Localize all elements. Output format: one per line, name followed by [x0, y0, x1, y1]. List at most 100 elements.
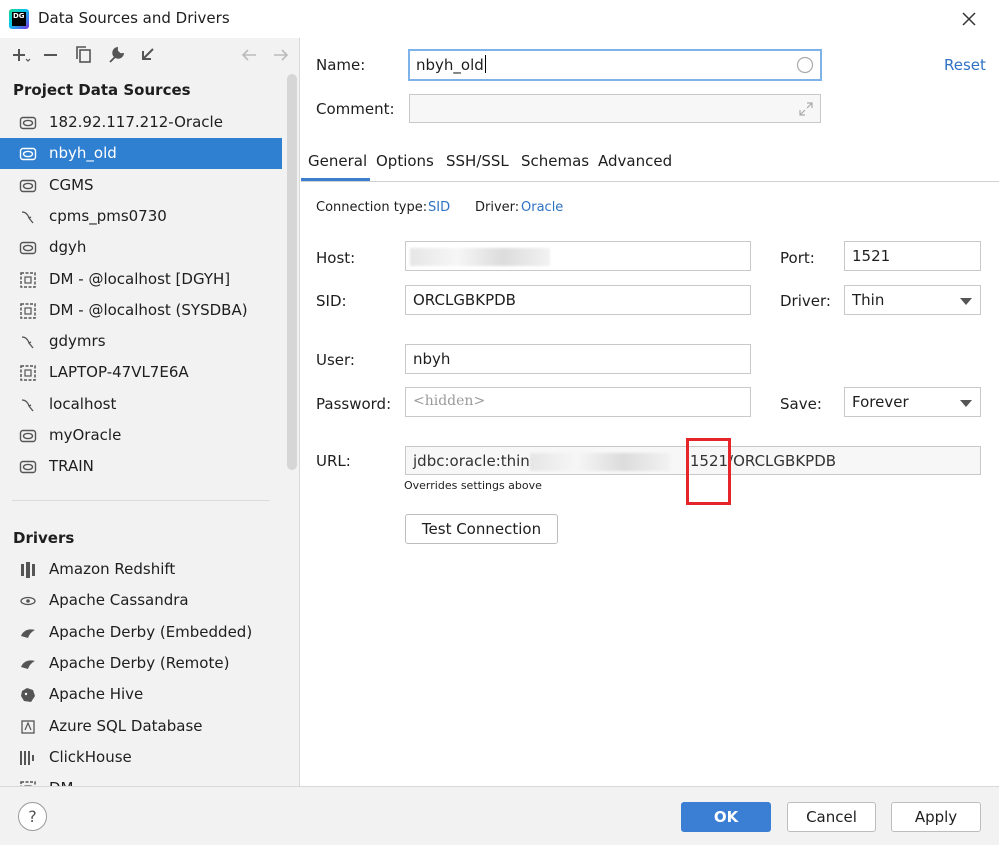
wrench-icon[interactable]: [105, 44, 127, 66]
url-label: URL:: [316, 452, 351, 470]
tab-advanced[interactable]: Advanced: [598, 152, 672, 170]
derby-icon: [19, 624, 37, 642]
project-data-sources-header: Project Data Sources: [13, 81, 191, 99]
chevron-down-icon: [960, 298, 972, 305]
test-connection-button[interactable]: Test Connection: [405, 514, 558, 544]
host-input[interactable]: [405, 241, 751, 271]
driver-label: Apache Cassandra: [49, 591, 189, 610]
tab-bar: General Options SSH/SSL Schemas Advanced: [301, 144, 999, 182]
data-source-label: LAPTOP-47VL7E6A: [49, 363, 189, 382]
password-input[interactable]: <hidden>: [405, 387, 751, 417]
driver-item[interactable]: Amazon Redshift: [0, 554, 282, 585]
left-toolbar: [0, 38, 299, 72]
title-bar: DG Data Sources and Drivers: [0, 0, 999, 38]
driver-item[interactable]: Apache Derby (Remote): [0, 648, 282, 679]
tab-ssh-ssl[interactable]: SSH/SSL: [446, 152, 509, 170]
tab-general[interactable]: General: [308, 152, 367, 170]
scrollbar[interactable]: [287, 74, 297, 470]
url-note: Overrides settings above: [404, 479, 542, 492]
data-source-item[interactable]: DM - @localhost (SYSDBA): [0, 295, 282, 326]
driver-label: ClickHouse: [49, 747, 132, 766]
data-source-item[interactable]: gdymrs: [0, 326, 282, 357]
help-button[interactable]: ?: [18, 802, 47, 831]
oracle-icon: [19, 145, 37, 163]
driver-label: Azure SQL Database: [49, 716, 203, 735]
data-source-item[interactable]: 182.92.117.212-Oracle: [0, 107, 282, 138]
port-label: Port:: [780, 249, 815, 267]
driver-label: Amazon Redshift: [49, 560, 176, 578]
data-source-item[interactable]: cpms_pms0730: [0, 201, 282, 232]
driver-item[interactable]: Apache Hive: [0, 679, 282, 710]
drivers-header: Drivers: [13, 529, 75, 547]
data-source-item[interactable]: LAPTOP-47VL7E6A: [0, 357, 282, 388]
add-icon[interactable]: [9, 44, 31, 66]
data-source-label: DM - @localhost [DGYH]: [49, 269, 231, 288]
data-source-label: CGMS: [49, 175, 94, 194]
data-source-item[interactable]: myOracle: [0, 420, 282, 451]
import-icon[interactable]: [137, 44, 159, 66]
data-source-item[interactable]: dgyh: [0, 232, 282, 263]
data-source-item[interactable]: localhost: [0, 389, 282, 420]
name-label: Name:: [316, 56, 366, 74]
name-value: nbyh_old: [416, 56, 484, 74]
driver-item[interactable]: Apache Cassandra: [0, 585, 282, 616]
connection-type-label: Connection type:: [316, 200, 428, 215]
expand-icon[interactable]: [798, 101, 814, 117]
forward-arrow-icon[interactable]: [270, 44, 292, 66]
user-value: nbyh: [413, 350, 451, 368]
driver-item[interactable]: ClickHouse: [0, 742, 282, 773]
clickhouse-icon: [19, 749, 37, 767]
driver-label-top: Driver:: [475, 200, 520, 215]
cancel-button[interactable]: Cancel: [787, 802, 876, 832]
oracle-icon: [19, 427, 37, 445]
reset-link[interactable]: Reset: [944, 56, 986, 74]
data-source-item[interactable]: nbyh_old: [0, 138, 282, 170]
data-source-item[interactable]: CGMS: [0, 170, 282, 201]
sid-input[interactable]: ORCLGBKPDB: [405, 285, 751, 315]
driver-item[interactable]: Azure SQL Database: [0, 711, 282, 742]
sid-label: SID:: [316, 292, 347, 310]
oracle-icon: [19, 458, 37, 476]
data-source-label: gdymrs: [49, 332, 106, 351]
driver-item[interactable]: DM: [0, 773, 282, 786]
save-select-value: Forever: [852, 393, 909, 411]
connection-type-link[interactable]: SID: [428, 200, 450, 215]
duplicate-icon[interactable]: [73, 44, 95, 66]
mysql-icon: [19, 333, 37, 351]
driver-select-value: Thin: [852, 291, 885, 309]
apply-button[interactable]: Apply: [891, 802, 981, 832]
dm-icon: [19, 302, 37, 320]
port-input[interactable]: 1521: [844, 241, 981, 271]
ok-button[interactable]: OK: [681, 802, 771, 832]
chevron-down-icon: [960, 400, 972, 407]
redacted-host: [410, 248, 550, 266]
driver-select[interactable]: Thin: [844, 285, 981, 315]
mysql-icon: [19, 396, 37, 414]
derby-icon: [19, 655, 37, 673]
back-arrow-icon[interactable]: [238, 44, 260, 66]
driver-label: Apache Derby (Embedded): [49, 622, 253, 641]
driver-item[interactable]: Apache Derby (Embedded): [0, 617, 282, 648]
name-input[interactable]: nbyh_old: [408, 49, 822, 81]
tab-schemas[interactable]: Schemas: [521, 152, 589, 170]
tab-options[interactable]: Options: [376, 152, 434, 170]
hive-icon: [19, 686, 37, 704]
password-label: Password:: [316, 395, 392, 413]
driver-link[interactable]: Oracle: [521, 200, 563, 215]
dm-icon: [19, 364, 37, 382]
data-source-label: localhost: [49, 394, 117, 413]
user-label: User:: [316, 351, 355, 369]
comment-input[interactable]: [409, 94, 821, 123]
remove-icon[interactable]: [40, 44, 62, 66]
data-source-label: cpms_pms0730: [49, 206, 167, 225]
save-select[interactable]: Forever: [844, 387, 981, 417]
datagrip-app-icon: DG: [9, 9, 29, 29]
save-label: Save:: [780, 395, 822, 413]
data-source-item[interactable]: TRAIN: [0, 451, 282, 482]
data-source-item[interactable]: DM - @localhost [DGYH]: [0, 264, 282, 295]
window-title: Data Sources and Drivers: [38, 9, 230, 27]
azure-icon: [19, 718, 37, 736]
user-input[interactable]: nbyh: [405, 344, 751, 374]
port-value: 1521: [852, 247, 891, 265]
close-icon[interactable]: [958, 8, 980, 30]
